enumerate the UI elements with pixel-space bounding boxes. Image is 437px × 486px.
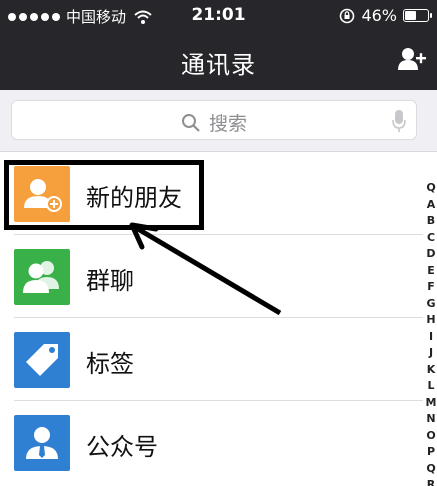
battery-icon (403, 9, 432, 22)
index-letter[interactable]: N (425, 411, 437, 428)
index-letter[interactable]: O (425, 428, 437, 445)
list-item-tags[interactable]: 标签 (0, 318, 437, 401)
microphone-icon[interactable] (392, 109, 406, 133)
index-letter[interactable]: R (425, 477, 437, 486)
index-letter[interactable]: E (425, 263, 437, 280)
status-right: 46% (339, 6, 432, 25)
index-letter[interactable]: B (425, 213, 437, 230)
battery-percent: 46% (361, 6, 397, 25)
add-contact-icon[interactable] (397, 46, 427, 72)
official-account-icon (14, 415, 70, 471)
page-title: 通讯录 (181, 51, 256, 79)
index-letter[interactable]: H (425, 312, 437, 329)
list-item-label: 公众号 (86, 433, 158, 461)
search-placeholder-wrap: 搜索 (12, 109, 416, 136)
status-bar: 中国移动 21:01 46% (0, 0, 437, 30)
group-chat-icon (14, 249, 70, 305)
index-letter[interactable]: J (425, 345, 437, 362)
search-placeholder: 搜索 (208, 113, 247, 135)
list-item-label: 标签 (86, 350, 134, 378)
alphabet-index[interactable]: QABCDEFGHIJKLMNOPQR (425, 180, 437, 486)
index-letter[interactable]: P (425, 444, 437, 461)
nav-bar: 通讯录 (0, 30, 437, 90)
search-icon (181, 113, 200, 132)
index-letter[interactable]: C (425, 230, 437, 247)
search-section: 搜索 (0, 90, 437, 152)
index-letter[interactable]: K (425, 362, 437, 379)
index-letter[interactable]: G (425, 296, 437, 313)
index-letter[interactable]: F (425, 279, 437, 296)
search-input[interactable]: 搜索 (11, 100, 417, 140)
index-letter[interactable]: M (425, 395, 437, 412)
annotation-arrow (129, 222, 282, 316)
index-letter[interactable]: Q (425, 180, 437, 197)
index-letter[interactable]: D (425, 246, 437, 263)
index-letter[interactable]: I (425, 329, 437, 346)
list-item-official-accounts[interactable]: 公众号 (0, 401, 437, 484)
tag-icon (14, 332, 70, 388)
index-letter[interactable]: Q (425, 461, 437, 478)
index-letter[interactable]: L (425, 378, 437, 395)
index-letter[interactable]: A (425, 197, 437, 214)
battery-fill (405, 11, 417, 20)
rotation-lock-icon (340, 8, 355, 23)
